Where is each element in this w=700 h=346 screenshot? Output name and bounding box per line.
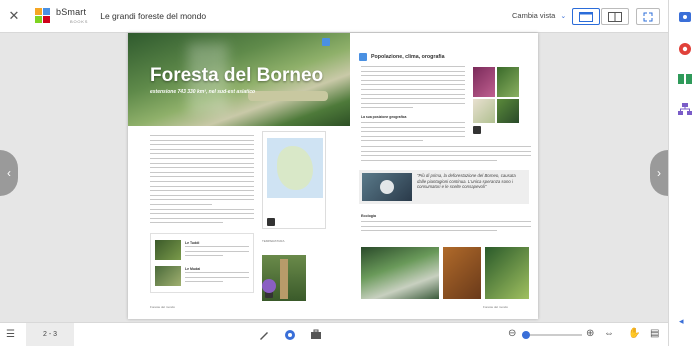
bookmark-button[interactable] — [284, 328, 296, 346]
left-page: Foresta del Borneo estensione 743 330 km… — [128, 33, 350, 319]
ecology-heading: Ecologia — [361, 214, 376, 218]
view-selector-label: Cambia vista — [512, 11, 556, 20]
fit-width-button[interactable]: ⇔ — [604, 328, 614, 339]
misty-forest-photo[interactable] — [361, 247, 439, 299]
briefcase-icon — [311, 329, 321, 339]
captions-box: Le Tuddi Le Mudai — [150, 233, 254, 293]
media-badge-icon[interactable] — [322, 38, 330, 46]
bsmart-logo-mark — [34, 7, 52, 25]
zoom-slider-handle[interactable] — [522, 331, 530, 339]
book-open-icon: ▤ — [650, 328, 660, 339]
zoom-out-icon: ⊖ — [508, 328, 517, 339]
left-page-footer: Foreste del mondo — [150, 305, 176, 309]
bridge-photo[interactable] — [155, 266, 181, 286]
pen-tool-button[interactable] — [258, 328, 270, 346]
quote-text: "Più di prima, la deforestazione del Bor… — [417, 173, 516, 190]
zoom-out-button[interactable]: ⊖ — [508, 328, 516, 339]
hero-subtitle: estensione 743 330 km², nel sud-est asia… — [150, 89, 256, 95]
hand-icon: ✋ — [628, 328, 641, 339]
right-page: Popolazione, clima, orografia La sua pos… — [333, 33, 538, 319]
briefcase-button[interactable] — [310, 328, 322, 346]
section-icon — [359, 53, 367, 61]
left-body-text — [150, 135, 254, 227]
canopy-photo[interactable] — [485, 247, 529, 299]
video-thumbnail[interactable] — [362, 173, 412, 201]
sidebar-collapse-button[interactable]: ◂ — [679, 316, 684, 327]
double-page-view-icon — [608, 11, 622, 22]
chevron-left-icon: ◂ — [679, 316, 684, 326]
reading-mode-button[interactable]: ▤ — [650, 328, 659, 339]
map-caption: TEMPERATURA — [262, 239, 285, 243]
bottom-toolbar: ☰ 2 - 3 ⊖ ⊕ ⇔ ✋ ▤ — [0, 322, 668, 346]
fullscreen-button[interactable] — [636, 8, 660, 25]
puzzle-icon — [679, 12, 691, 22]
list-icon: ☰ — [6, 329, 15, 340]
flower-photo-1[interactable] — [473, 67, 495, 97]
zoom-slider[interactable] — [522, 331, 582, 339]
logo-subtext: BOOKS — [70, 18, 89, 24]
chevron-right-icon: › — [657, 166, 661, 180]
sidebar-button-interactive[interactable] — [677, 10, 693, 24]
play-icon[interactable] — [380, 180, 394, 194]
hero-forest-image: Foresta del Borneo estensione 743 330 km… — [128, 33, 350, 126]
bsmart-logo: bSmart BOOKS — [34, 0, 88, 33]
close-icon: ✕ — [8, 8, 20, 23]
sidebar-button-map[interactable] — [677, 102, 693, 116]
right-heading: Popolazione, clima, orografia — [371, 54, 445, 60]
borneo-map[interactable] — [262, 131, 326, 229]
single-page-view-button[interactable] — [572, 8, 600, 25]
camera-icon[interactable] — [473, 126, 481, 134]
sidebar-button-settings[interactable] — [677, 42, 693, 56]
hero-title: Foresta del Borneo — [150, 65, 324, 86]
previous-page-button[interactable]: ‹ — [0, 150, 18, 196]
orangutan-photo[interactable] — [155, 240, 181, 260]
plant-photo-2[interactable] — [497, 67, 519, 97]
camera-icon[interactable] — [267, 218, 275, 226]
quote-box: "Più di prima, la deforestazione del Bor… — [359, 170, 529, 204]
caption-title-1: Le Tuddi — [185, 241, 200, 245]
next-page-button[interactable]: › — [650, 150, 668, 196]
double-page-view-button[interactable] — [601, 8, 629, 25]
fullscreen-icon — [643, 12, 653, 21]
logo-text: bSmart — [56, 6, 87, 17]
chevron-left-icon: ‹ — [7, 166, 11, 180]
close-button[interactable]: ✕ — [0, 0, 28, 33]
top-bar: ✕ bSmart BOOKS Le grandi foreste del mon… — [0, 0, 668, 33]
gear-icon — [679, 43, 691, 55]
caption-title-2: Le Mudai — [185, 267, 201, 271]
sidebar-button-library[interactable] — [677, 72, 693, 86]
hierarchy-icon — [678, 103, 692, 115]
suspension-bridge-photo[interactable] — [262, 255, 306, 301]
annotation-button[interactable] — [262, 279, 276, 293]
book-title: Le grandi foreste del mondo — [100, 11, 207, 21]
zoom-in-button[interactable]: ⊕ — [586, 328, 594, 339]
table-of-contents-button[interactable]: ☰ — [6, 329, 15, 340]
bookmark-icon — [285, 330, 295, 340]
pen-icon — [260, 332, 268, 340]
page-indicator[interactable]: 2 - 3 — [26, 323, 74, 346]
pan-tool-button[interactable]: ✋ — [628, 328, 640, 339]
view-selector[interactable]: Cambia vista ⌄ — [512, 11, 566, 20]
book-icon — [678, 74, 692, 84]
right-subheading: La sua posizione geografica — [361, 115, 407, 119]
right-sidebar: ◂ — [668, 0, 700, 346]
right-page-footer: Foreste del mondo — [483, 305, 509, 309]
plant-photo-4[interactable] — [497, 99, 519, 123]
zoom-in-icon: ⊕ — [586, 328, 595, 339]
orangutan-photo[interactable] — [443, 247, 481, 299]
right-intro-text — [361, 66, 465, 112]
chevron-down-icon: ⌄ — [560, 13, 567, 20]
orchid-photo-3[interactable] — [473, 99, 495, 123]
book-spread: Foresta del Borneo estensione 743 330 km… — [128, 33, 538, 319]
fit-width-icon: ⇔ — [604, 328, 614, 339]
single-page-view-icon — [579, 11, 593, 22]
